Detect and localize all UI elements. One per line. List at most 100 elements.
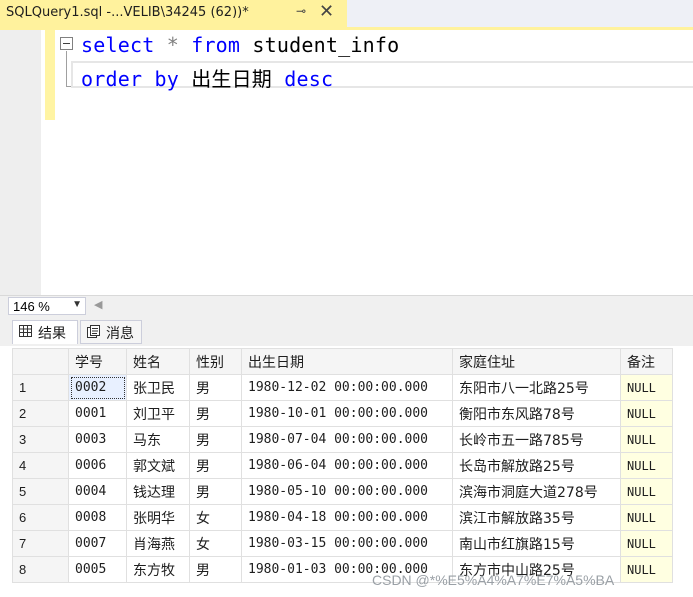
tab-messages-label: 消息: [106, 326, 134, 342]
column-header[interactable]: 姓名: [126, 348, 190, 375]
results-tab-bar: 结果 消息: [0, 317, 693, 346]
table-cell[interactable]: 东方牧: [126, 556, 190, 583]
row-number-cell[interactable]: 6: [12, 504, 69, 531]
keyword: from: [191, 33, 241, 57]
editor-status-bar: 146 % ▼ ◀: [0, 295, 693, 317]
table-cell[interactable]: NULL: [620, 426, 673, 453]
table-cell[interactable]: 衡阳市东风路78号: [452, 400, 621, 427]
table-cell[interactable]: 1980-10-01 00:00:00.000: [241, 400, 453, 427]
table-row[interactable]: 3 0003 马东男 1980-07-04 00:00:00.000 长岭市五一路785…: [12, 426, 673, 453]
table-row[interactable]: 2 0001 刘卫平男 1980-10-01 00:00:00.000 衡阳市东风路78…: [12, 400, 673, 427]
column-header[interactable]: 家庭住址: [452, 348, 621, 375]
table-cell[interactable]: 0005: [68, 556, 127, 583]
table-cell[interactable]: NULL: [620, 452, 673, 479]
table-cell[interactable]: NULL: [620, 400, 673, 427]
table-cell[interactable]: 1980-05-10 00:00:00.000: [241, 478, 453, 505]
fold-guide: [66, 51, 67, 86]
keyword: desc: [284, 67, 334, 91]
chevron-down-icon: ▼: [72, 299, 82, 310]
table-cell[interactable]: 郭文斌: [126, 452, 190, 479]
code-line-2[interactable]: order by 出生日期 desc: [81, 63, 333, 92]
table-cell[interactable]: 张明华: [126, 504, 190, 531]
results-grid[interactable]: 学号 姓名 性别 出生日期 家庭住址 备注 1 0002 张卫民男 1980-12-0…: [12, 346, 693, 597]
table-cell[interactable]: 刘卫平: [126, 400, 190, 427]
identifier: student_info: [252, 33, 400, 57]
table-cell[interactable]: 男: [189, 452, 242, 479]
table-cell[interactable]: 张卫民: [126, 374, 190, 401]
table-cell[interactable]: 1980-12-02 00:00:00.000: [241, 374, 453, 401]
column-header[interactable]: 性别: [189, 348, 242, 375]
keyword: order: [81, 67, 143, 91]
row-number-cell[interactable]: 8: [12, 556, 69, 583]
changed-lines-marker: [45, 30, 55, 120]
table-cell[interactable]: 0002: [68, 374, 127, 401]
table-cell[interactable]: 男: [189, 478, 242, 505]
table-cell[interactable]: 东阳市八一北路25号: [452, 374, 621, 401]
corner-header[interactable]: [12, 348, 69, 375]
tab-results-label: 结果: [38, 326, 66, 342]
table-cell[interactable]: 1980-06-04 00:00:00.000: [241, 452, 453, 479]
table-cell[interactable]: NULL: [620, 374, 673, 401]
table-row[interactable]: 1 0002 张卫民男 1980-12-02 00:00:00.000 东阳市八一北路2…: [12, 374, 673, 401]
table-cell[interactable]: 0003: [68, 426, 127, 453]
table-cell[interactable]: NULL: [620, 478, 673, 505]
table-cell[interactable]: 1980-04-18 00:00:00.000: [241, 504, 453, 531]
table-cell[interactable]: 肖海燕: [126, 530, 190, 557]
document-tab-strip: SQLQuery1.sql -...VELIB\34245 (62))* ⊸ ✕: [0, 0, 693, 29]
table-cell[interactable]: 马东: [126, 426, 190, 453]
column-header[interactable]: 出生日期: [241, 348, 453, 375]
column-header[interactable]: 备注: [620, 348, 673, 375]
table-cell[interactable]: 滨江市解放路35号: [452, 504, 621, 531]
table-cell[interactable]: 1980-07-04 00:00:00.000: [241, 426, 453, 453]
table-cell[interactable]: 男: [189, 426, 242, 453]
collapse-region-icon[interactable]: [60, 37, 73, 50]
zoom-dropdown[interactable]: 146 % ▼: [8, 297, 86, 315]
table-row[interactable]: 4 0006 郭文斌男 1980-06-04 00:00:00.000 长岛市解放路25…: [12, 452, 673, 479]
messages-icon: [87, 325, 100, 342]
table-cell[interactable]: 0004: [68, 478, 127, 505]
table-cell[interactable]: NULL: [620, 504, 673, 531]
table-cell[interactable]: 男: [189, 374, 242, 401]
table-cell[interactable]: 0008: [68, 504, 127, 531]
tab-results[interactable]: 结果: [12, 320, 78, 344]
query-tab[interactable]: SQLQuery1.sql -...VELIB\34245 (62))* ⊸ ✕: [0, 0, 347, 29]
table-cell[interactable]: 女: [189, 504, 242, 531]
header-row: 学号 姓名 性别 出生日期 家庭住址 备注: [12, 348, 673, 375]
table-cell[interactable]: 女: [189, 530, 242, 557]
table-cell[interactable]: 0007: [68, 530, 127, 557]
row-number-cell[interactable]: 5: [12, 478, 69, 505]
table-row[interactable]: 7 0007 肖海燕女 1980-03-15 00:00:00.000 南山市红旗路15…: [12, 530, 673, 557]
table-cell[interactable]: 男: [189, 400, 242, 427]
column-header[interactable]: 学号: [68, 348, 127, 375]
row-number-cell[interactable]: 7: [12, 530, 69, 557]
scroll-left-icon[interactable]: ◀: [94, 298, 102, 311]
results-table: 学号 姓名 性别 出生日期 家庭住址 备注 1 0002 张卫民男 1980-12-0…: [12, 348, 673, 583]
pin-icon[interactable]: ⊸: [296, 4, 306, 18]
close-icon[interactable]: ✕: [319, 1, 334, 23]
table-cell[interactable]: 南山市红旗路15号: [452, 530, 621, 557]
row-number-cell[interactable]: 3: [12, 426, 69, 453]
watermark: CSDN @*%E5%A4%A7%E7%A5%BA: [372, 572, 615, 588]
row-number-cell[interactable]: 1: [12, 374, 69, 401]
operator: *: [166, 33, 179, 57]
sql-editor[interactable]: select * from student_info order by 出生日期…: [0, 30, 693, 295]
row-number-cell[interactable]: 4: [12, 452, 69, 479]
table-row[interactable]: 5 0004 钱达理男 1980-05-10 00:00:00.000 滨海市洞庭大道2…: [12, 478, 673, 505]
tab-messages[interactable]: 消息: [80, 320, 142, 344]
row-number-cell[interactable]: 2: [12, 400, 69, 427]
table-cell[interactable]: 长岛市解放路25号: [452, 452, 621, 479]
table-cell[interactable]: 长岭市五一路785号: [452, 426, 621, 453]
table-cell[interactable]: 1980-03-15 00:00:00.000: [241, 530, 453, 557]
code-line-1[interactable]: select * from student_info: [81, 33, 399, 57]
table-cell[interactable]: 滨海市洞庭大道278号: [452, 478, 621, 505]
table-cell[interactable]: NULL: [620, 556, 673, 583]
keyword: select: [81, 33, 155, 57]
table-cell[interactable]: 0001: [68, 400, 127, 427]
table-cell[interactable]: 钱达理: [126, 478, 190, 505]
table-cell[interactable]: NULL: [620, 530, 673, 557]
query-tab-title: SQLQuery1.sql -...VELIB\34245 (62))*: [6, 5, 249, 20]
table-cell[interactable]: 0006: [68, 452, 127, 479]
table-row[interactable]: 6 0008 张明华女 1980-04-18 00:00:00.000 滨江市解放路35…: [12, 504, 673, 531]
table-cell[interactable]: 男: [189, 556, 242, 583]
zoom-value: 146 %: [13, 299, 50, 314]
